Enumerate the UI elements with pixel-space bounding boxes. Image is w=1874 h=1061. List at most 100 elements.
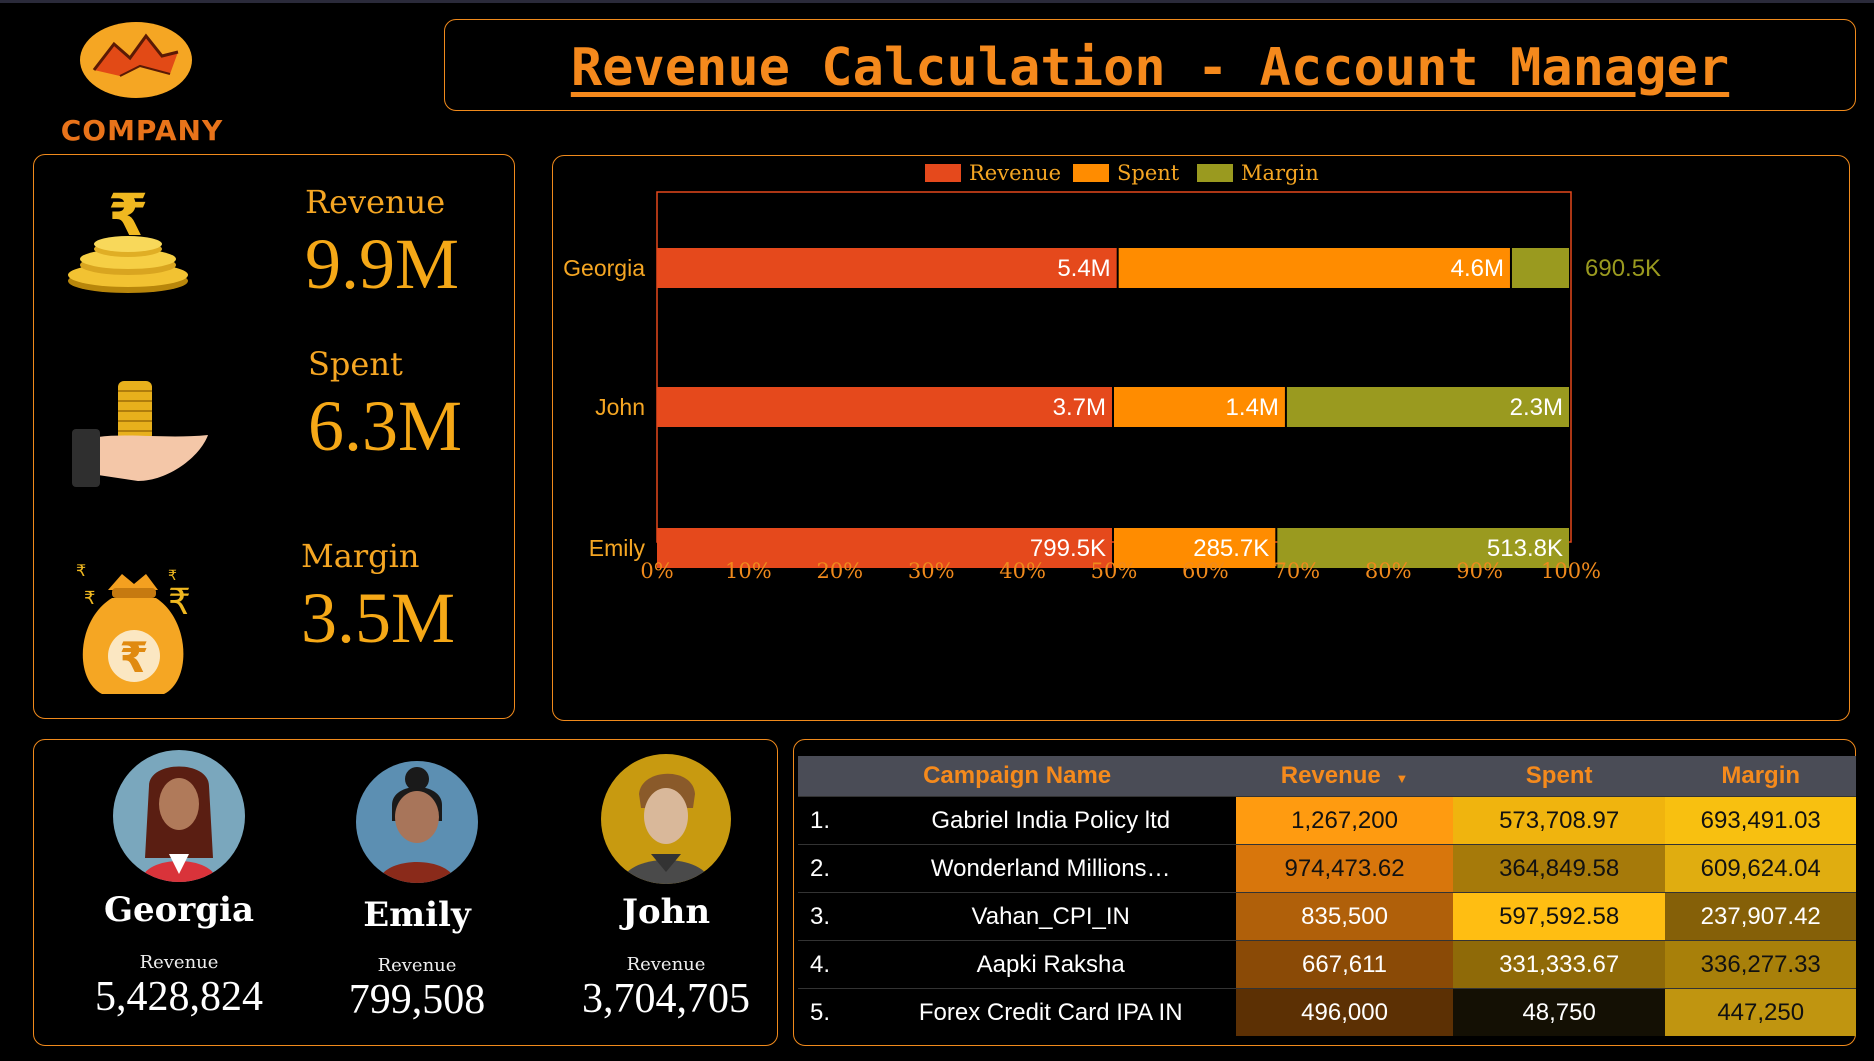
- x-tick-label: 30%: [908, 559, 955, 583]
- x-tick-label: 80%: [1365, 559, 1412, 583]
- data-label: 513.8K: [1487, 535, 1563, 562]
- person-card-georgia: Georgia Revenue 5,428,824: [59, 750, 299, 1021]
- kpi-panel: ₹ Revenue 9.9M Spent 6.3M ₹ ₹ ₹ ₹ ₹ Marg…: [33, 154, 515, 719]
- row-index: 3.: [798, 892, 866, 941]
- page-title: Revenue Calculation - Account Manager: [570, 38, 1730, 98]
- margin-cell: 336,277.33: [1665, 940, 1856, 989]
- legend-swatch: [1073, 164, 1109, 182]
- x-tick-label: 70%: [1273, 559, 1320, 583]
- person-name: Emily: [363, 895, 471, 935]
- data-label: 799.5K: [1030, 535, 1106, 562]
- person-revenue-value: 3,704,705: [582, 976, 750, 1022]
- kpi-revenue-label: Revenue: [305, 183, 446, 221]
- revenue-cell: 1,267,200: [1236, 796, 1453, 845]
- header-revenue[interactable]: Revenue ▼: [1236, 756, 1453, 797]
- data-label: 4.6M: [1451, 255, 1504, 282]
- margin-cell: 237,907.42: [1665, 892, 1856, 941]
- x-tick-label: 60%: [1182, 559, 1229, 583]
- data-label: 2.3M: [1510, 394, 1563, 421]
- title-box: Revenue Calculation - Account Manager: [444, 19, 1856, 111]
- revenue-cell: 835,500: [1236, 892, 1453, 941]
- x-tick-label: 20%: [816, 559, 863, 583]
- header-spent[interactable]: Spent: [1452, 756, 1666, 797]
- kpi-spent-value: 6.3M: [308, 386, 463, 466]
- avatar: [601, 754, 731, 884]
- spent-cell: 48,750: [1452, 988, 1666, 1036]
- money-bag-icon: ₹ ₹ ₹ ₹ ₹: [72, 560, 192, 705]
- table-row[interactable]: 2. Wonderland Millions… 974,473.62 364,849.…: [798, 844, 1856, 893]
- table-row[interactable]: 5. Forex Credit Card IPA IN 496,000 48,750 4…: [798, 988, 1856, 1036]
- kpi-margin-label: Margin: [301, 537, 420, 575]
- row-index: 4.: [798, 940, 866, 989]
- campaign-table: Campaign Name Revenue ▼ Spent Margin 1. G…: [798, 756, 1856, 1036]
- data-label: 5.4M: [1057, 255, 1110, 282]
- sort-desc-icon: ▼: [1395, 771, 1409, 786]
- category-label: Emily: [589, 535, 646, 561]
- table-row[interactable]: 4. Aapki Raksha 667,611 331,333.67 336,277.3…: [798, 940, 1856, 989]
- margin-cell: 609,624.04: [1665, 844, 1856, 893]
- person-revenue-label: Revenue: [377, 955, 457, 976]
- header-campaign-name[interactable]: Campaign Name: [798, 756, 1237, 797]
- kpi-margin-value: 3.5M: [301, 578, 456, 658]
- campaign-name-cell: Wonderland Millions…: [865, 844, 1237, 893]
- person-name: John: [621, 892, 711, 932]
- spent-cell: 597,592.58: [1452, 892, 1666, 941]
- data-label: 1.4M: [1226, 394, 1279, 421]
- campaign-name-cell: Forex Credit Card IPA IN: [865, 988, 1237, 1036]
- revenue-cell: 974,473.62: [1236, 844, 1453, 893]
- avatar: [113, 750, 245, 882]
- revenue-cell: 667,611: [1236, 940, 1453, 989]
- header-margin[interactable]: Margin: [1665, 756, 1856, 797]
- bar-segment: [1511, 248, 1569, 288]
- svg-text:₹: ₹: [119, 633, 148, 682]
- category-label: John: [595, 394, 645, 420]
- rupee-coin-stack-icon: ₹: [66, 181, 196, 300]
- logo-emblem: [80, 22, 192, 98]
- person-card-emily: Emily Revenue 799,508: [297, 761, 537, 1024]
- person-revenue-value: 5,428,824: [95, 974, 263, 1020]
- table-row[interactable]: 3. Vahan_CPI_IN 835,500 597,592.58 237,907.4…: [798, 892, 1856, 941]
- spent-cell: 573,708.97: [1452, 796, 1666, 845]
- revenue-cell: 496,000: [1236, 988, 1453, 1036]
- legend-label: Spent: [1117, 161, 1180, 185]
- row-index: 5.: [798, 988, 866, 1036]
- person-name: Georgia: [104, 890, 254, 930]
- table-row[interactable]: 1. Gabriel India Policy ltd 1,267,200 573,7…: [798, 796, 1856, 845]
- person-revenue-label: Revenue: [139, 952, 219, 973]
- legend-label: Margin: [1241, 161, 1319, 185]
- legend-swatch: [925, 164, 961, 182]
- svg-text:₹: ₹: [108, 185, 148, 249]
- campaign-name-cell: Vahan_CPI_IN: [865, 892, 1237, 941]
- spent-cell: 331,333.67: [1452, 940, 1666, 989]
- svg-text:₹: ₹: [76, 561, 86, 580]
- legend-label: Revenue: [969, 161, 1061, 185]
- campaign-table-panel: Campaign Name Revenue ▼ Spent Margin 1. G…: [793, 739, 1856, 1046]
- x-tick-label: 40%: [999, 559, 1046, 583]
- x-tick-label: 90%: [1456, 559, 1503, 583]
- plot-area: [656, 191, 1572, 543]
- bar-segment: [657, 387, 1112, 427]
- person-card-john: John Revenue 3,704,705: [546, 754, 786, 1023]
- svg-text:₹: ₹: [84, 588, 95, 609]
- top-border: [0, 0, 1874, 3]
- stacked-bar-chart-panel: Revenue Spent Margin Georgia 5.4M 4.6M 690.5K J…: [552, 155, 1850, 721]
- header-revenue-label: Revenue: [1280, 762, 1381, 789]
- campaign-name-cell: Aapki Raksha: [865, 940, 1237, 989]
- data-label: 285.7K: [1193, 535, 1269, 562]
- data-label: 3.7M: [1053, 394, 1106, 421]
- x-tick-label: 10%: [725, 559, 772, 583]
- data-label: 690.5K: [1585, 255, 1661, 282]
- hand-coins-icon: [68, 377, 208, 492]
- x-tick-label: 100%: [1541, 559, 1601, 583]
- account-managers-panel: Georgia Revenue 5,428,824 Emily Revenue …: [33, 739, 778, 1046]
- row-index: 2.: [798, 844, 866, 893]
- category-label: Georgia: [563, 255, 645, 281]
- table-header-row: Campaign Name Revenue ▼ Spent Margin: [798, 756, 1856, 797]
- kpi-spent-label: Spent: [308, 345, 403, 383]
- avatar: [356, 761, 478, 883]
- person-revenue-label: Revenue: [626, 954, 706, 975]
- kpi-revenue-value: 9.9M: [305, 224, 460, 304]
- x-tick-label: 0%: [640, 559, 673, 583]
- margin-cell: 693,491.03: [1665, 796, 1856, 845]
- company-logo: COMPANY: [52, 20, 232, 150]
